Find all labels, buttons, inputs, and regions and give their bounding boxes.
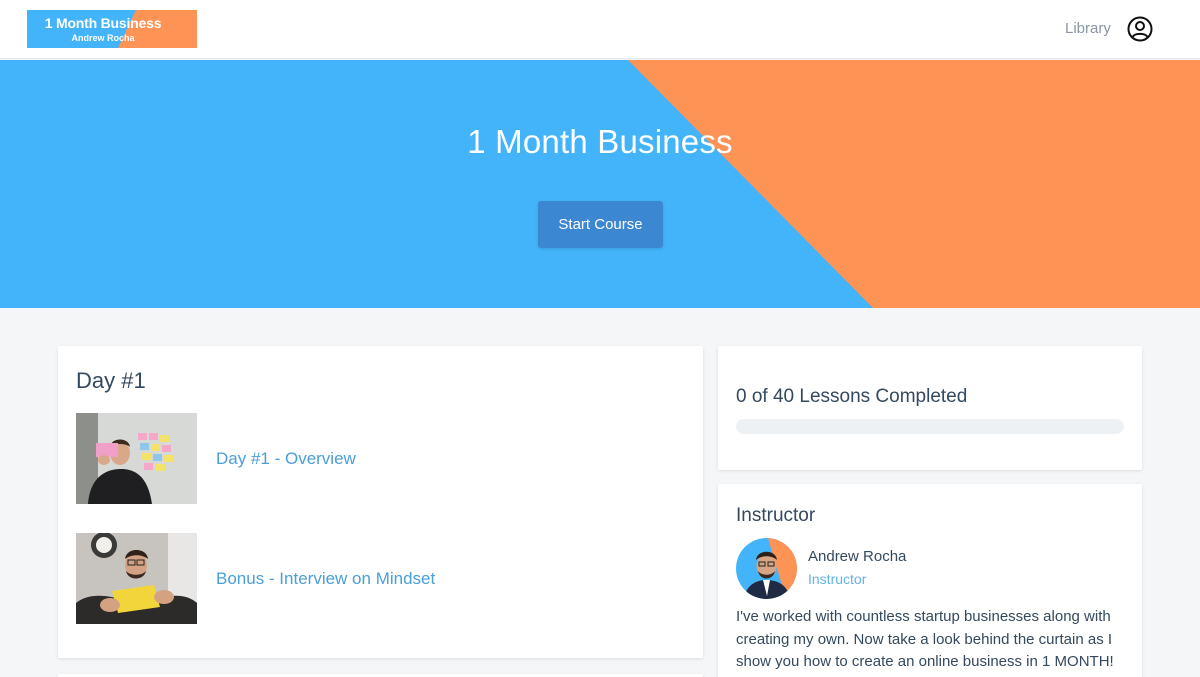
library-link[interactable]: Library bbox=[1065, 20, 1111, 37]
user-circle-icon[interactable] bbox=[1127, 16, 1153, 42]
lessons-completed-text: 0 of 40 Lessons Completed bbox=[736, 386, 968, 407]
logo-subtitle: Andrew Rocha bbox=[71, 33, 135, 43]
progress-bar bbox=[736, 419, 1124, 434]
lesson-title[interactable]: Day #1 - Overview bbox=[216, 449, 356, 469]
start-course-button[interactable]: Start Course bbox=[538, 201, 663, 248]
lesson-item[interactable]: Day #1 - Overview bbox=[76, 413, 676, 505]
instructor-card: Instructor Andrew Rocha Instructor I've … bbox=[718, 484, 1142, 677]
lesson-thumbnail bbox=[76, 413, 197, 504]
instructor-bio: I've worked with countless startup busin… bbox=[736, 608, 1114, 670]
lesson-thumbnail bbox=[76, 533, 197, 624]
progress-card: 0 of 40 Lessons Completed bbox=[718, 346, 1142, 470]
instructor-role: Instructor bbox=[808, 571, 867, 587]
lesson-title[interactable]: Bonus - Interview on Mindset bbox=[216, 569, 435, 589]
course-title: 1 Month Business bbox=[467, 123, 733, 160]
top-navbar: 1 Month Business Andrew Rocha Library bbox=[0, 0, 1200, 59]
logo-title: 1 Month Business bbox=[44, 15, 162, 31]
instructor-heading: Instructor bbox=[736, 505, 816, 526]
instructor-name: Andrew Rocha bbox=[808, 548, 907, 565]
school-logo[interactable]: 1 Month Business Andrew Rocha bbox=[27, 10, 197, 48]
section-title: Day #1 bbox=[76, 368, 146, 393]
hero-background bbox=[0, 60, 1200, 308]
lesson-item[interactable]: Bonus - Interview on Mindset bbox=[76, 533, 676, 625]
curriculum-section-card: Day #1 Day #1 - Overview Bonus - Intervi… bbox=[58, 346, 703, 658]
instructor-avatar bbox=[736, 538, 797, 599]
course-hero-banner: 1 Month Business Start Course bbox=[0, 60, 1200, 308]
